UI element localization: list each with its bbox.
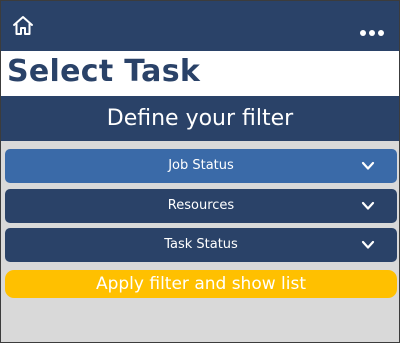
filter-label: Task Status	[164, 237, 238, 252]
home-button[interactable]	[11, 14, 35, 38]
chevron-down-icon	[361, 161, 375, 170]
filter-label: Job Status	[168, 158, 234, 173]
home-icon	[13, 16, 33, 35]
chevron-down-icon	[361, 240, 375, 249]
filter-job-status[interactable]: Job Status	[5, 149, 397, 183]
chevron-down-icon	[361, 201, 375, 210]
filter-label: Resources	[167, 198, 235, 213]
title-band: Select Task	[1, 51, 399, 96]
apply-filter-button[interactable]: Apply filter and show list	[5, 270, 397, 298]
filter-subtitle: Define your filter	[106, 106, 294, 131]
page-title: Select Task	[7, 54, 201, 89]
more-horizontal-icon	[360, 30, 384, 36]
top-bar	[1, 1, 399, 51]
filter-task-status[interactable]: Task Status	[5, 228, 397, 262]
filter-header: Define your filter	[1, 96, 399, 141]
app-screen: Select Task Define your filter Job Statu…	[0, 0, 400, 343]
filter-resources[interactable]: Resources	[5, 189, 397, 223]
more-options-button[interactable]	[359, 23, 385, 36]
